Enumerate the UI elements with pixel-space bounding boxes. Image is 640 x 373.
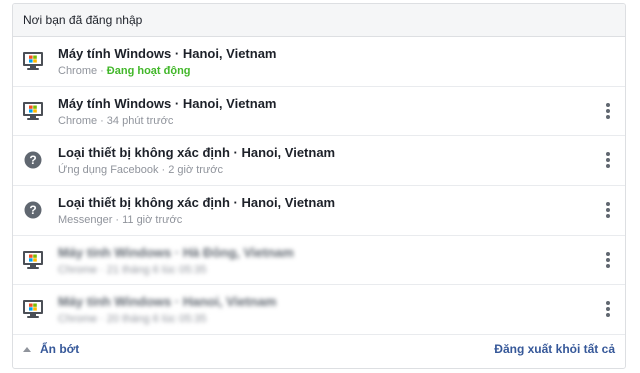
session-title: Loại thiết bị không xác định · Hanoi, Vi… — [58, 145, 336, 161]
active-status: Đang hoạt động — [106, 65, 191, 77]
session-time: 20 tháng 6 lúc 05:35 — [106, 313, 207, 326]
session-meta: Chrome · Đang hoạt động — [58, 63, 585, 79]
session-row: Máy tính Windows · Hanoi, Vietnam Chrome ·… — [13, 285, 625, 336]
windows-monitor-icon — [22, 101, 44, 121]
more-options-icon[interactable] — [605, 202, 611, 220]
session-app: Ứng dụng Facebook — [58, 164, 159, 177]
session-meta: Chrome · 21 tháng 6 lúc 05:35 — [58, 262, 585, 278]
session-title: Máy tính Windows · Hà Đông, Vietnam — [58, 244, 294, 260]
session-time: 21 tháng 6 lúc 05:35 — [106, 263, 207, 276]
svg-text:?: ? — [29, 203, 36, 217]
session-time: 34 phút trước — [106, 114, 174, 127]
session-app: Chrome — [58, 114, 98, 127]
meta-separator: · — [161, 164, 166, 177]
more-options-icon[interactable] — [605, 102, 611, 121]
triangle-up-icon — [23, 346, 31, 352]
windows-monitor-icon — [22, 250, 44, 270]
session-info: Loại thiết bị không xác định · Hanoi, Vi… — [58, 194, 585, 228]
windows-monitor-icon — [22, 51, 44, 71]
session-title: Máy tính Windows · Hanoi, Vietnam — [58, 294, 277, 310]
session-info: Loại thiết bị không xác định · Hanoi, Vi… — [58, 144, 585, 178]
session-title: Máy tính Windows · Hanoi, Vietnam — [58, 95, 277, 111]
windows-monitor-icon — [22, 299, 44, 319]
meta-separator: · — [100, 313, 104, 326]
session-time: 2 giờ trước — [168, 164, 224, 177]
panel-title: Nơi bạn đã đăng nhập — [13, 4, 625, 37]
session-meta: Chrome · 20 tháng 6 lúc 05:35 — [58, 311, 585, 327]
session-info: Máy tính Windows · Hanoi, Vietnam Chrome ·… — [58, 45, 585, 79]
collapse-button[interactable]: Ẩn bớt — [23, 342, 79, 356]
svg-text:?: ? — [29, 153, 36, 167]
meta-separator: · — [115, 214, 120, 227]
logout-all-button[interactable]: Đăng xuất khỏi tất cả — [494, 342, 615, 356]
session-row: ? Loại thiết bị không xác định · Hanoi, V… — [13, 136, 625, 187]
meta-separator: · — [100, 65, 104, 77]
session-title: Máy tính Windows · Hanoi, Vietnam — [58, 46, 277, 61]
collapse-label: Ẩn bớt — [40, 342, 80, 356]
session-info: Máy tính Windows · Hà Đông, Vietnam Chrom… — [58, 244, 585, 278]
meta-separator: · — [100, 114, 104, 127]
panel-footer: Ẩn bớt Đăng xuất khỏi tất cả — [13, 331, 625, 368]
session-row: ? Loại thiết bị không xác định · Hanoi, V… — [13, 186, 625, 236]
session-meta: Ứng dụng Facebook · 2 giờ trước — [58, 162, 585, 178]
session-meta: Chrome · 34 phút trước — [58, 113, 585, 129]
session-row: Máy tính Windows · Hà Đông, Vietnam Chrom… — [13, 236, 625, 286]
session-info: Máy tính Windows · Hanoi, Vietnam Chrome ·… — [58, 293, 585, 327]
session-app: Chrome — [58, 313, 98, 326]
session-app: Chrome — [58, 65, 98, 77]
session-app: Chrome — [58, 263, 98, 276]
session-meta: Messenger · 11 giờ trước — [58, 212, 585, 228]
session-title: Loại thiết bị không xác định · Hanoi, Vi… — [58, 195, 336, 211]
session-row: Máy tính Windows · Hanoi, Vietnam Chrome ·… — [13, 87, 625, 137]
session-info: Máy tính Windows · Hanoi, Vietnam Chrome ·… — [58, 95, 585, 129]
question-icon: ? — [22, 150, 44, 170]
session-list: Máy tính Windows · Hanoi, Vietnam Chrome ·… — [13, 37, 625, 336]
session-app: Messenger — [58, 214, 113, 227]
meta-separator: · — [100, 263, 104, 276]
session-row: Máy tính Windows · Hanoi, Vietnam Chrome ·… — [13, 37, 625, 87]
login-sessions-panel: Nơi bạn đã đăng nhập Máy tính Windows · … — [12, 3, 626, 369]
more-options-icon[interactable] — [605, 301, 611, 319]
session-time: 11 giờ trước — [122, 214, 183, 227]
more-options-icon[interactable] — [605, 152, 611, 170]
question-icon: ? — [22, 200, 44, 220]
more-options-icon[interactable] — [605, 251, 611, 270]
